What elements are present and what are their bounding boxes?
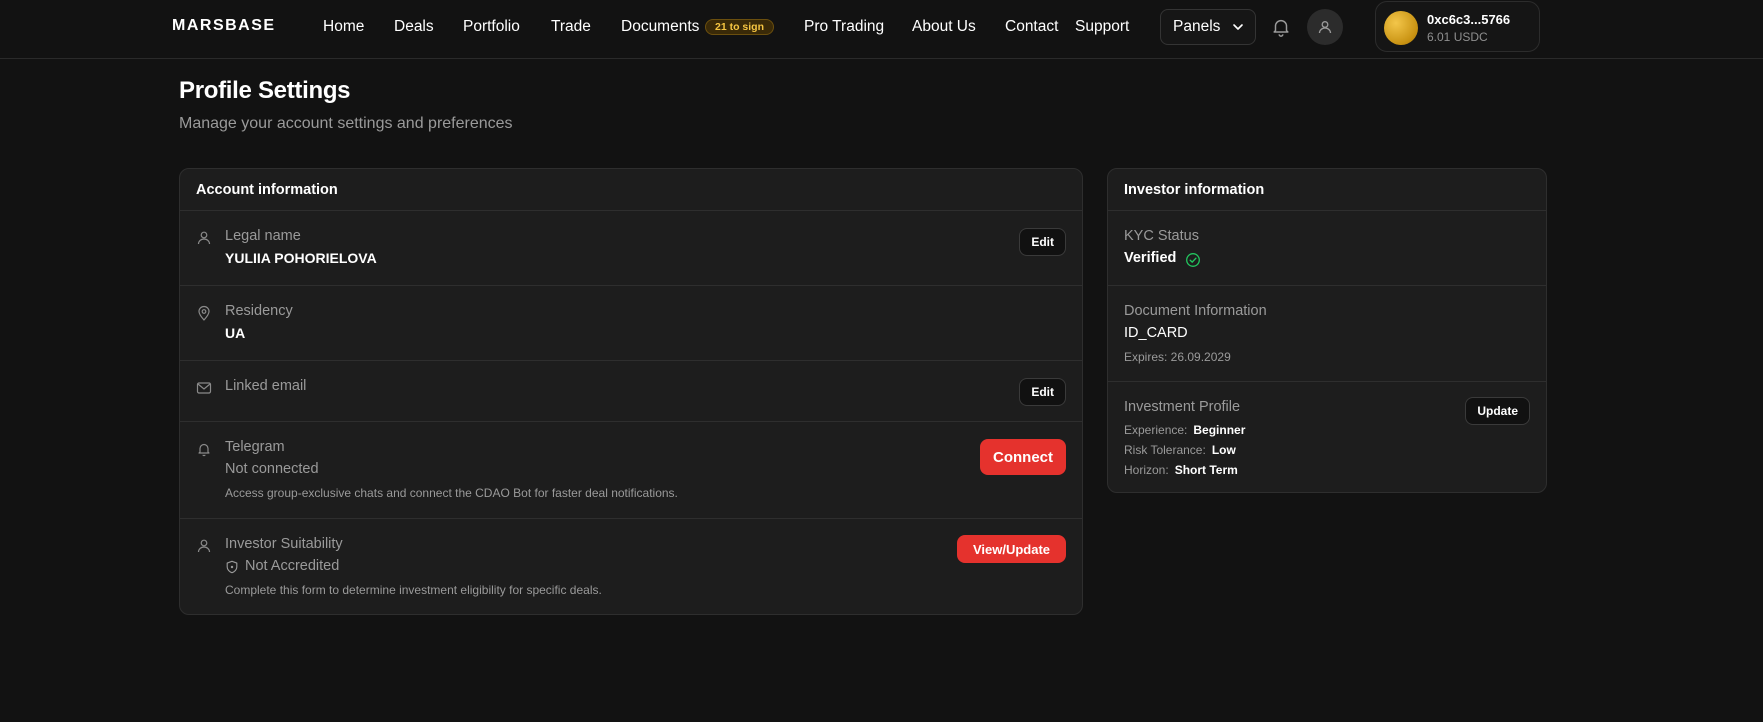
- user-icon: [1318, 21, 1332, 34]
- account-information-card: Account information Legal name YULIIA PO…: [179, 168, 1083, 615]
- risk-tolerance-label: Risk Tolerance:: [1124, 443, 1206, 457]
- risk-tolerance-line: Risk Tolerance: Low: [1124, 443, 1236, 457]
- legal-name-value: YULIIA POHORIELOVA: [225, 250, 377, 266]
- investment-profile-row: Investment Profile Update Experience: Beg…: [1108, 382, 1546, 492]
- document-expiry: Expires: 26.09.2029: [1124, 350, 1231, 364]
- nav-about-us[interactable]: About Us: [912, 18, 976, 36]
- investor-suitability-note: Complete this form to determine investme…: [225, 583, 602, 597]
- linked-email-row: Linked email Edit: [180, 361, 1082, 422]
- risk-tolerance-value: Low: [1211, 443, 1236, 457]
- shield-icon: [226, 560, 238, 574]
- experience-label: Experience:: [1124, 423, 1188, 437]
- wallet-address: 0xc6c3...5766: [1427, 12, 1511, 27]
- map-pin-icon: [198, 305, 210, 321]
- connect-telegram-button[interactable]: Connect: [980, 439, 1066, 475]
- document-type-value: ID_CARD: [1124, 325, 1188, 341]
- horizon-label: Horizon:: [1124, 463, 1169, 477]
- horizon-line: Horizon: Short Term: [1124, 463, 1238, 477]
- documents-to-sign-badge[interactable]: 21 to sign: [705, 19, 775, 35]
- telegram-status: Not connected: [225, 461, 319, 477]
- telegram-row: Telegram Not connected Access group-excl…: [180, 422, 1082, 519]
- nav-deals[interactable]: Deals: [394, 18, 434, 36]
- wallet-token-icon: [1384, 11, 1418, 45]
- bell-icon: [198, 443, 210, 457]
- nav-documents[interactable]: Documents: [621, 18, 699, 36]
- page-subtitle: Manage your account settings and prefere…: [179, 115, 513, 132]
- user-icon: [197, 231, 211, 245]
- kyc-status-row: KYC Status Verified: [1108, 211, 1546, 286]
- kyc-status-label: KYC Status: [1124, 228, 1199, 244]
- residency-label: Residency: [225, 303, 293, 319]
- experience-line: Experience: Beginner: [1124, 423, 1245, 437]
- edit-legal-name-button[interactable]: Edit: [1019, 228, 1066, 256]
- nav-trade[interactable]: Trade: [551, 18, 591, 36]
- legal-name-label: Legal name: [225, 228, 301, 244]
- nav-contact[interactable]: Contact: [1005, 18, 1058, 36]
- chevron-down-icon: [1233, 24, 1244, 30]
- investor-suitability-label: Investor Suitability: [225, 536, 343, 552]
- panels-dropdown-button[interactable]: Panels: [1160, 9, 1256, 45]
- document-information-row: Document Information ID_CARD Expires: 26…: [1108, 286, 1546, 382]
- nav-pro-trading[interactable]: Pro Trading: [804, 18, 884, 36]
- residency-value: UA: [225, 325, 246, 341]
- telegram-note: Access group-exclusive chats and connect…: [225, 486, 678, 500]
- page-title: Profile Settings: [179, 77, 351, 104]
- investor-information-card: Investor information KYC Status Verified…: [1107, 168, 1547, 493]
- account-information-heading: Account information: [180, 169, 1082, 211]
- bell-icon[interactable]: [1270, 16, 1292, 38]
- edit-email-button[interactable]: Edit: [1019, 378, 1066, 406]
- accreditation-status: Not Accredited: [245, 558, 340, 574]
- kyc-status-value: Verified: [1124, 250, 1177, 266]
- investor-suitability-row: Investor Suitability Not Accredited Comp…: [180, 519, 1082, 614]
- nav-home[interactable]: Home: [323, 18, 364, 36]
- user-avatar-button[interactable]: [1307, 9, 1343, 45]
- top-navigation-bar: MARSBASE Home Deals Portfolio Trade Docu…: [0, 0, 1763, 59]
- view-update-suitability-button[interactable]: View/Update: [956, 535, 1066, 563]
- nav-support[interactable]: Support: [1075, 18, 1129, 36]
- wallet-widget[interactable]: 0xc6c3...5766 6.01 USDC: [1375, 1, 1540, 52]
- update-investment-profile-button[interactable]: Update: [1465, 397, 1530, 425]
- horizon-value: Short Term: [1174, 463, 1238, 477]
- residency-row: Residency UA: [180, 286, 1082, 361]
- document-information-label: Document Information: [1124, 303, 1267, 319]
- panels-label: Panels: [1173, 18, 1221, 35]
- investment-profile-label: Investment Profile: [1124, 399, 1241, 415]
- check-circle-icon: [1186, 253, 1200, 267]
- telegram-label: Telegram: [225, 439, 285, 455]
- experience-value: Beginner: [1193, 423, 1246, 437]
- wallet-balance: 6.01 USDC: [1427, 30, 1488, 44]
- legal-name-row: Legal name YULIIA POHORIELOVA Edit: [180, 211, 1082, 286]
- nav-portfolio[interactable]: Portfolio: [463, 18, 520, 36]
- user-icon: [197, 539, 211, 553]
- mail-icon: [196, 382, 212, 394]
- marsbase-logo[interactable]: MARSBASE: [172, 17, 276, 35]
- linked-email-label: Linked email: [225, 378, 307, 394]
- investor-information-heading: Investor information: [1108, 169, 1546, 211]
